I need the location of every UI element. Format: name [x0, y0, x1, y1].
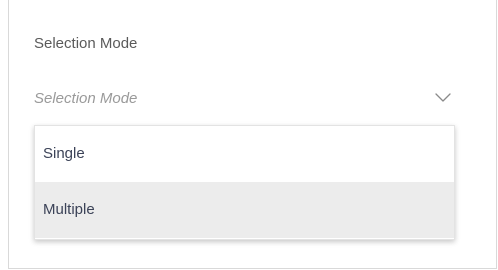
option-multiple[interactable]: Multiple: [35, 182, 454, 238]
selection-mode-placeholder: Selection Mode: [34, 90, 138, 107]
option-single-label: Single: [43, 145, 85, 162]
selection-mode-select[interactable]: Selection Mode: [34, 80, 454, 120]
chevron-down-icon[interactable]: [434, 88, 452, 106]
option-single[interactable]: Single: [35, 126, 454, 182]
form-panel: Selection Mode Selection Mode Single Mul…: [8, 0, 497, 269]
option-multiple-label: Multiple: [43, 201, 95, 218]
selection-mode-dropdown: Single Multiple: [34, 125, 455, 240]
selection-mode-label: Selection Mode: [34, 35, 138, 52]
